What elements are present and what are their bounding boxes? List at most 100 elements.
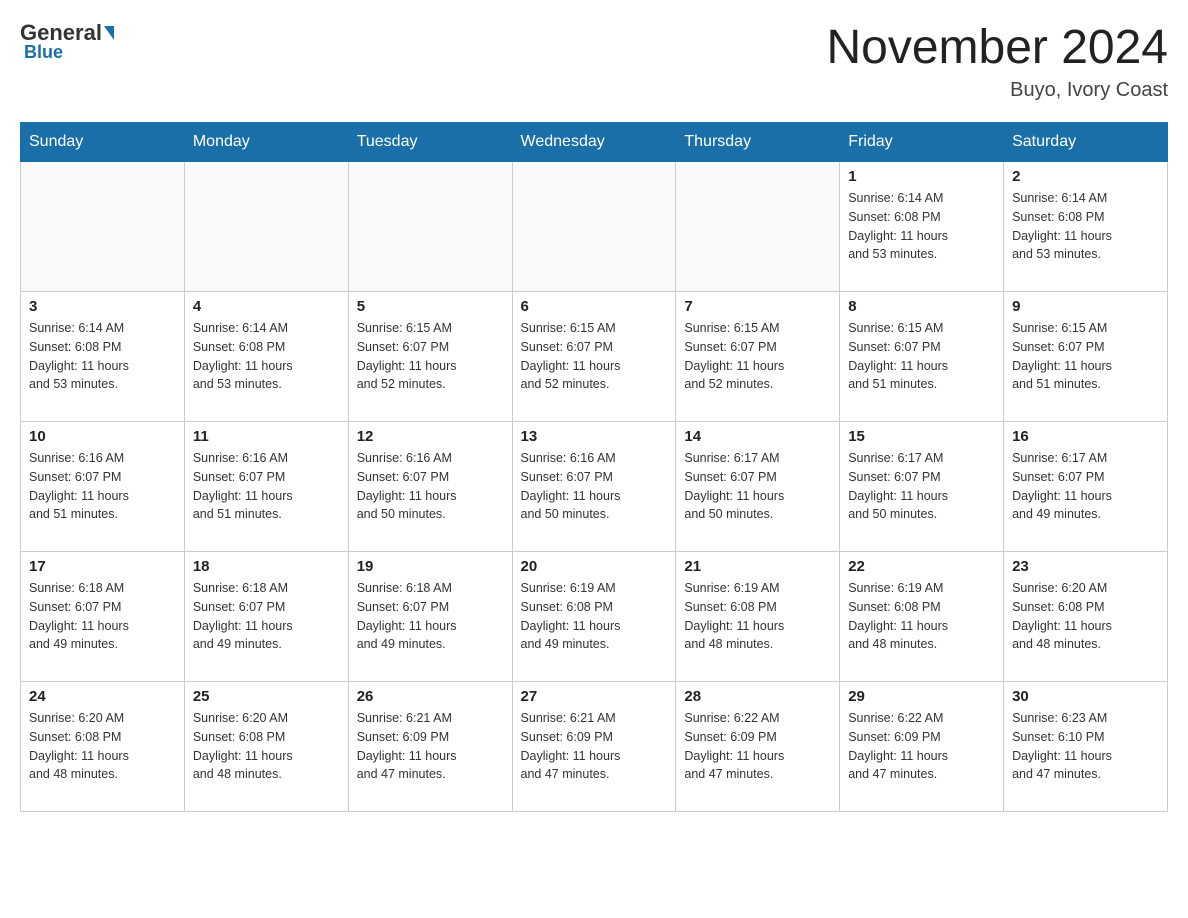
weekday-header: Monday xyxy=(184,123,348,162)
day-number: 9 xyxy=(1012,298,1159,315)
month-title: November 2024 xyxy=(826,20,1168,75)
calendar-cell: 2 Sunrise: 6:14 AM Sunset: 6:08 PM Daylig… xyxy=(1004,162,1168,292)
day-info: Sunrise: 6:18 AM Sunset: 6:07 PM Dayligh… xyxy=(357,579,504,654)
day-info: Sunrise: 6:18 AM Sunset: 6:07 PM Dayligh… xyxy=(193,579,340,654)
calendar-cell: 30Sunrise: 6:23 AM Sunset: 6:10 PM Dayli… xyxy=(1004,682,1168,812)
day-info: Sunrise: 6:17 AM Sunset: 6:07 PM Dayligh… xyxy=(848,449,995,524)
day-number: 12 xyxy=(357,428,504,445)
day-number: 2 xyxy=(1012,168,1159,185)
calendar-cell: 28 Sunrise: 6:22 AM Sunset: 6:09 PM Dayli… xyxy=(676,682,840,812)
calendar-cell: 4 Sunrise: 6:14 AM Sunset: 6:08 PM Daylig… xyxy=(184,292,348,422)
calendar-table: SundayMondayTuesdayWednesdayThursdayFrid… xyxy=(20,122,1168,812)
day-info: Sunrise: 6:15 AM Sunset: 6:07 PM Dayligh… xyxy=(1012,319,1159,394)
calendar-cell: 12 Sunrise: 6:16 AM Sunset: 6:07 PM Dayli… xyxy=(348,422,512,552)
day-info: Sunrise: 6:18 AM Sunset: 6:07 PM Dayligh… xyxy=(29,579,176,654)
calendar-cell xyxy=(184,162,348,292)
day-number: 1 xyxy=(848,168,995,185)
calendar-cell xyxy=(348,162,512,292)
calendar-week-row: 1 Sunrise: 6:14 AM Sunset: 6:08 PM Daylig… xyxy=(21,162,1168,292)
calendar-cell: 14 Sunrise: 6:17 AM Sunset: 6:07 PM Dayli… xyxy=(676,422,840,552)
day-info: Sunrise: 6:16 AM Sunset: 6:07 PM Dayligh… xyxy=(521,449,668,524)
day-info: Sunrise: 6:14 AM Sunset: 6:08 PM Dayligh… xyxy=(1012,189,1159,264)
day-info: Sunrise: 6:22 AM Sunset: 6:09 PM Dayligh… xyxy=(848,709,995,784)
day-number: 26 xyxy=(357,688,504,705)
day-number: 20 xyxy=(521,558,668,575)
calendar-cell: 11Sunrise: 6:16 AM Sunset: 6:07 PM Dayli… xyxy=(184,422,348,552)
calendar-cell: 21 Sunrise: 6:19 AM Sunset: 6:08 PM Dayli… xyxy=(676,552,840,682)
calendar-cell: 5 Sunrise: 6:15 AM Sunset: 6:07 PM Daylig… xyxy=(348,292,512,422)
location-title: Buyo, Ivory Coast xyxy=(826,79,1168,102)
calendar-cell: 3 Sunrise: 6:14 AM Sunset: 6:08 PM Daylig… xyxy=(21,292,185,422)
day-number: 10 xyxy=(29,428,176,445)
calendar-cell: 27 Sunrise: 6:21 AM Sunset: 6:09 PM Dayli… xyxy=(512,682,676,812)
calendar-header-row: SundayMondayTuesdayWednesdayThursdayFrid… xyxy=(21,123,1168,162)
day-number: 3 xyxy=(29,298,176,315)
day-info: Sunrise: 6:20 AM Sunset: 6:08 PM Dayligh… xyxy=(1012,579,1159,654)
day-info: Sunrise: 6:20 AM Sunset: 6:08 PM Dayligh… xyxy=(193,709,340,784)
calendar-week-row: 24 Sunrise: 6:20 AM Sunset: 6:08 PM Dayli… xyxy=(21,682,1168,812)
day-info: Sunrise: 6:16 AM Sunset: 6:07 PM Dayligh… xyxy=(357,449,504,524)
calendar-week-row: 3 Sunrise: 6:14 AM Sunset: 6:08 PM Daylig… xyxy=(21,292,1168,422)
day-number: 7 xyxy=(684,298,831,315)
calendar-cell: 25 Sunrise: 6:20 AM Sunset: 6:08 PM Dayli… xyxy=(184,682,348,812)
calendar-cell xyxy=(512,162,676,292)
day-info: Sunrise: 6:21 AM Sunset: 6:09 PM Dayligh… xyxy=(357,709,504,784)
page-header: General Blue November 2024 Buyo, Ivory C… xyxy=(20,20,1168,102)
day-number: 27 xyxy=(521,688,668,705)
day-number: 21 xyxy=(684,558,831,575)
calendar-cell: 19Sunrise: 6:18 AM Sunset: 6:07 PM Dayli… xyxy=(348,552,512,682)
calendar-week-row: 10 Sunrise: 6:16 AM Sunset: 6:07 PM Dayli… xyxy=(21,422,1168,552)
calendar-cell: 18 Sunrise: 6:18 AM Sunset: 6:07 PM Dayli… xyxy=(184,552,348,682)
weekday-header: Wednesday xyxy=(512,123,676,162)
calendar-cell: 9 Sunrise: 6:15 AM Sunset: 6:07 PM Daylig… xyxy=(1004,292,1168,422)
day-info: Sunrise: 6:19 AM Sunset: 6:08 PM Dayligh… xyxy=(521,579,668,654)
calendar-cell: 26 Sunrise: 6:21 AM Sunset: 6:09 PM Dayli… xyxy=(348,682,512,812)
calendar-cell: 17 Sunrise: 6:18 AM Sunset: 6:07 PM Dayli… xyxy=(21,552,185,682)
calendar-cell: 6 Sunrise: 6:15 AM Sunset: 6:07 PM Daylig… xyxy=(512,292,676,422)
day-number: 28 xyxy=(684,688,831,705)
day-info: Sunrise: 6:15 AM Sunset: 6:07 PM Dayligh… xyxy=(521,319,668,394)
day-info: Sunrise: 6:17 AM Sunset: 6:07 PM Dayligh… xyxy=(1012,449,1159,524)
day-number: 14 xyxy=(684,428,831,445)
calendar-cell: 16 Sunrise: 6:17 AM Sunset: 6:07 PM Dayli… xyxy=(1004,422,1168,552)
day-number: 24 xyxy=(29,688,176,705)
calendar-cell xyxy=(676,162,840,292)
weekday-header: Thursday xyxy=(676,123,840,162)
day-info: Sunrise: 6:21 AM Sunset: 6:09 PM Dayligh… xyxy=(521,709,668,784)
calendar-cell: 13 Sunrise: 6:16 AM Sunset: 6:07 PM Dayli… xyxy=(512,422,676,552)
calendar-week-row: 17 Sunrise: 6:18 AM Sunset: 6:07 PM Dayli… xyxy=(21,552,1168,682)
day-info: Sunrise: 6:19 AM Sunset: 6:08 PM Dayligh… xyxy=(848,579,995,654)
day-info: Sunrise: 6:14 AM Sunset: 6:08 PM Dayligh… xyxy=(193,319,340,394)
day-info: Sunrise: 6:15 AM Sunset: 6:07 PM Dayligh… xyxy=(684,319,831,394)
calendar-cell xyxy=(21,162,185,292)
calendar-cell: 24 Sunrise: 6:20 AM Sunset: 6:08 PM Dayli… xyxy=(21,682,185,812)
logo-triangle-icon xyxy=(104,26,114,40)
logo: General Blue xyxy=(20,20,116,63)
weekday-header: Tuesday xyxy=(348,123,512,162)
day-number: 18 xyxy=(193,558,340,575)
day-info: Sunrise: 6:14 AM Sunset: 6:08 PM Dayligh… xyxy=(848,189,995,264)
day-number: 5 xyxy=(357,298,504,315)
day-number: 30 xyxy=(1012,688,1159,705)
day-number: 13 xyxy=(521,428,668,445)
day-info: Sunrise: 6:16 AM Sunset: 6:07 PM Dayligh… xyxy=(193,449,340,524)
logo-blue: Blue xyxy=(24,42,63,63)
day-number: 25 xyxy=(193,688,340,705)
day-number: 6 xyxy=(521,298,668,315)
day-number: 16 xyxy=(1012,428,1159,445)
calendar-cell: 22 Sunrise: 6:19 AM Sunset: 6:08 PM Dayli… xyxy=(840,552,1004,682)
day-info: Sunrise: 6:19 AM Sunset: 6:08 PM Dayligh… xyxy=(684,579,831,654)
day-info: Sunrise: 6:20 AM Sunset: 6:08 PM Dayligh… xyxy=(29,709,176,784)
day-number: 29 xyxy=(848,688,995,705)
day-number: 4 xyxy=(193,298,340,315)
day-number: 15 xyxy=(848,428,995,445)
day-info: Sunrise: 6:14 AM Sunset: 6:08 PM Dayligh… xyxy=(29,319,176,394)
calendar-cell: 20 Sunrise: 6:19 AM Sunset: 6:08 PM Dayli… xyxy=(512,552,676,682)
day-info: Sunrise: 6:17 AM Sunset: 6:07 PM Dayligh… xyxy=(684,449,831,524)
day-number: 22 xyxy=(848,558,995,575)
day-info: Sunrise: 6:15 AM Sunset: 6:07 PM Dayligh… xyxy=(357,319,504,394)
calendar-cell: 10Sunrise: 6:16 AM Sunset: 6:07 PM Dayli… xyxy=(21,422,185,552)
day-info: Sunrise: 6:22 AM Sunset: 6:09 PM Dayligh… xyxy=(684,709,831,784)
calendar-cell: 7 Sunrise: 6:15 AM Sunset: 6:07 PM Daylig… xyxy=(676,292,840,422)
day-number: 17 xyxy=(29,558,176,575)
